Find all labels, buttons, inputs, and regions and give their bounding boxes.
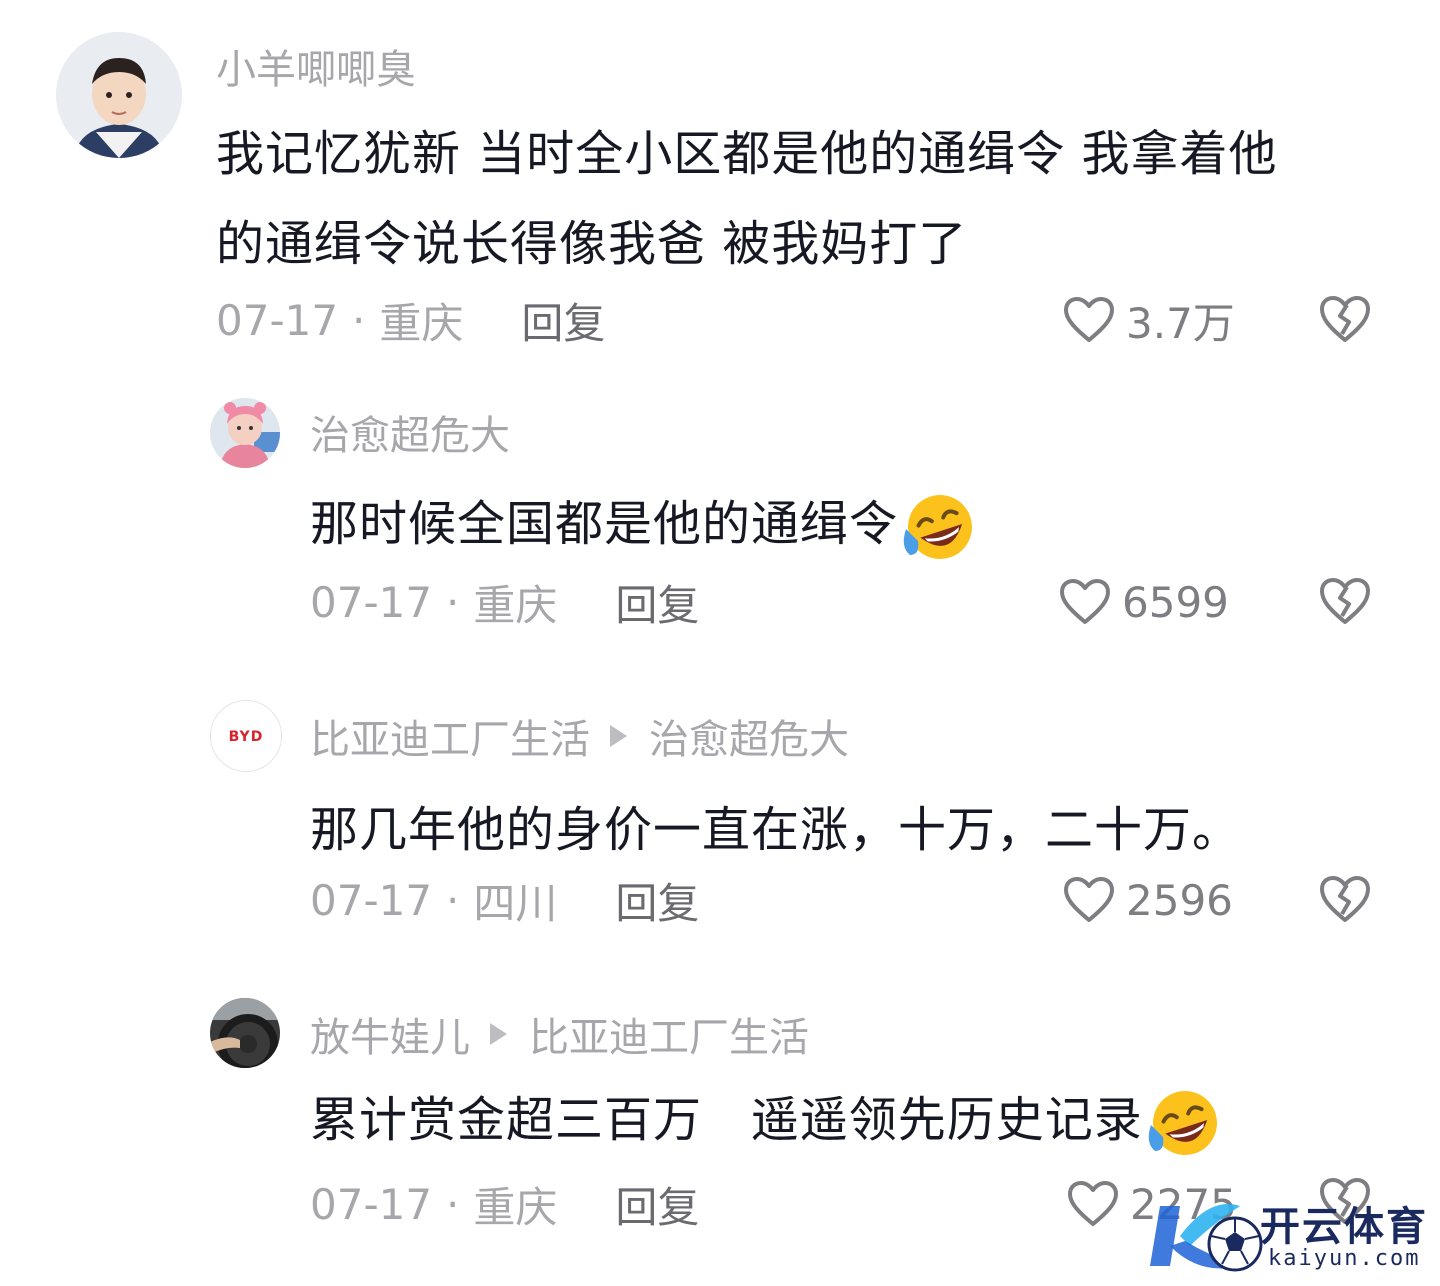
comment-meta: 07-17 · 重庆 回复 xyxy=(216,294,605,348)
heart-icon xyxy=(1068,1181,1118,1226)
username[interactable]: 治愈超危大 xyxy=(310,403,510,461)
username[interactable]: 放牛娃儿 xyxy=(310,1005,470,1063)
like-count: 6599 xyxy=(1122,577,1229,627)
like-button[interactable]: 2596 xyxy=(1062,874,1233,926)
child-photo-avatar xyxy=(56,32,182,158)
reply-arrow-icon xyxy=(610,725,627,747)
username[interactable]: 小羊唧唧臭 xyxy=(216,37,416,95)
comment-date: 07-17 xyxy=(216,295,339,345)
reply-button[interactable]: 回复 xyxy=(615,870,699,931)
heart-icon xyxy=(1064,877,1114,922)
like-button[interactable]: 6599 xyxy=(1058,576,1229,628)
kaiyun-watermark: 开云体育 kaiyun.com xyxy=(1140,1186,1440,1286)
avatar[interactable] xyxy=(56,32,182,158)
username-row: 小羊唧唧臭 xyxy=(216,38,416,94)
comment-meta: 07-17 · 重庆 回复 xyxy=(310,576,699,630)
meta-separator: · xyxy=(446,1179,460,1229)
comment-text-line1: 我记忆犹新 当时全小区都是他的通缉令 我拿着他 xyxy=(216,126,1278,182)
watermark-subtitle: kaiyun.com xyxy=(1268,1246,1421,1271)
comment-meta: 07-17 · 四川 回复 xyxy=(310,874,699,928)
reply-button[interactable]: 回复 xyxy=(521,290,605,351)
like-count: 3.7万 xyxy=(1126,298,1235,348)
broken-heart-icon[interactable] xyxy=(1318,576,1372,626)
comment-text-line1: 那几年他的身价一直在涨，十万，二十万。 xyxy=(310,802,1242,858)
rofl-emoji-icon xyxy=(1148,1091,1217,1155)
reply-to-username[interactable]: 治愈超危大 xyxy=(649,707,849,765)
reply-to-username[interactable]: 比亚迪工厂生活 xyxy=(529,1005,809,1063)
broken-heart-icon[interactable] xyxy=(1318,874,1372,924)
reply-arrow-icon xyxy=(490,1023,507,1045)
rofl-emoji-icon xyxy=(903,495,973,559)
comment-text: 那时候全国都是他的通缉令 xyxy=(310,496,899,552)
reply-button[interactable]: 回复 xyxy=(615,1174,699,1235)
avatar[interactable]: BYD xyxy=(210,700,282,772)
heart-icon xyxy=(1064,297,1114,342)
comment-location: 重庆 xyxy=(473,580,558,630)
kaiyun-logo-icon xyxy=(1150,1204,1263,1272)
watermark-title: 开云体育 xyxy=(1260,1204,1428,1250)
comment-location: 四川 xyxy=(473,878,558,928)
meta-separator: · xyxy=(446,577,460,627)
username-row: 治愈超危大 xyxy=(310,404,510,460)
username-row: 放牛娃儿 比亚迪工厂生活 xyxy=(310,1006,809,1062)
heart-icon xyxy=(1060,579,1110,624)
byd-logo-avatar: BYD xyxy=(211,701,281,771)
avatar[interactable] xyxy=(210,998,280,1068)
comment-location: 重庆 xyxy=(379,298,464,348)
username-row: 比亚迪工厂生活 治愈超危大 xyxy=(310,708,849,764)
comment-location: 重庆 xyxy=(473,1182,558,1232)
username[interactable]: 比亚迪工厂生活 xyxy=(310,707,590,765)
comment-meta: 07-17 · 重庆 回复 xyxy=(310,1178,699,1232)
avatar[interactable] xyxy=(210,398,280,468)
broken-heart-icon[interactable] xyxy=(1318,294,1372,344)
comment-text-line1: 累计赏金超三百万 遥遥领先历史记录 xyxy=(310,1080,1223,1161)
meta-separator: · xyxy=(446,875,460,925)
comment-date: 07-17 xyxy=(310,1179,433,1229)
like-button[interactable]: 3.7万 xyxy=(1062,294,1235,348)
baby-photo-avatar xyxy=(210,398,280,468)
reply-button[interactable]: 回复 xyxy=(615,572,699,633)
comment-text-line2: 的通缉令说长得像我爸 被我妈打了 xyxy=(216,216,968,272)
meta-separator: · xyxy=(352,295,366,345)
steering-wheel-photo-avatar xyxy=(210,998,280,1068)
comment-text: 累计赏金超三百万 遥遥领先历史记录 xyxy=(310,1092,1143,1148)
like-count: 2596 xyxy=(1126,875,1233,925)
byd-logo-text: BYD xyxy=(229,729,264,745)
comment-1: 小羊唧唧臭 我记忆犹新 当时全小区都是他的通缉令 我拿着他 的通缉令说长得像我爸… xyxy=(0,0,1440,380)
comment-date: 07-17 xyxy=(310,577,433,627)
comment-3: BYD 比亚迪工厂生活 治愈超危大 那几年他的身价一直在涨，十万，二十万。 07… xyxy=(0,680,1440,980)
comment-date: 07-17 xyxy=(310,875,433,925)
comment-2: 治愈超危大 那时候全国都是他的通缉令 07-17 · 重庆 回复 6599 xyxy=(0,380,1440,680)
comment-text-line1: 那时候全国都是他的通缉令 xyxy=(310,484,978,565)
